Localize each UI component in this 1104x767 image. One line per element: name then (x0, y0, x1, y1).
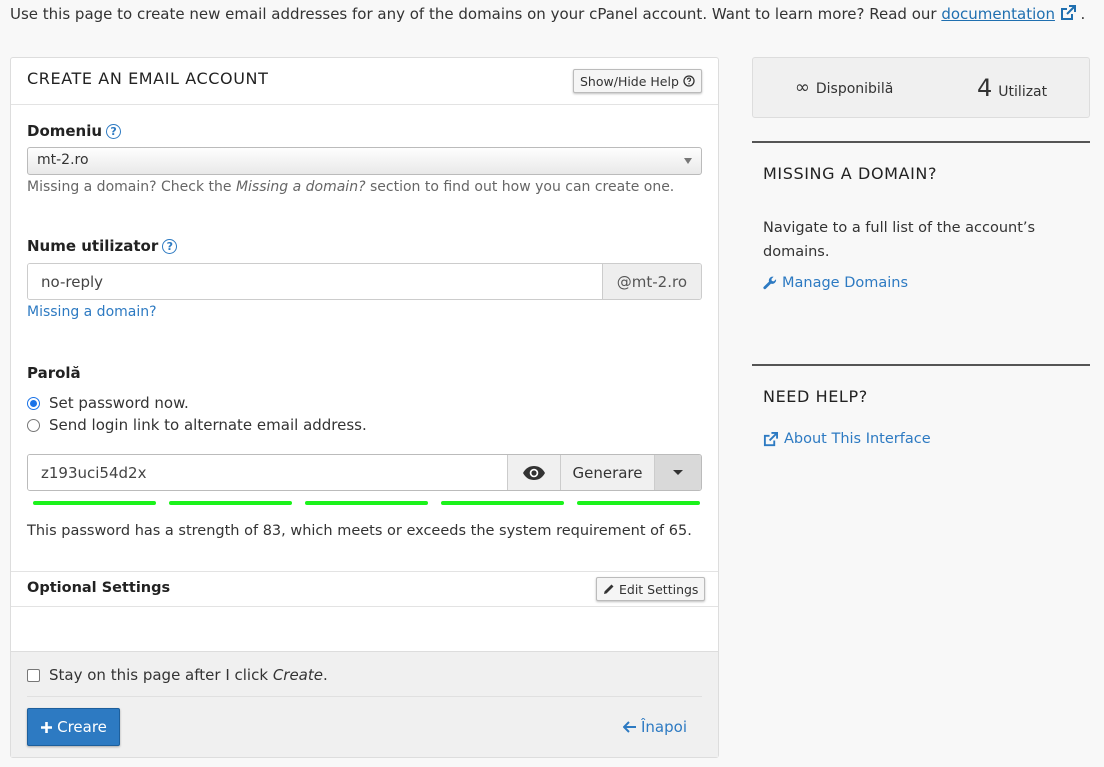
password-label: Parolă (27, 364, 81, 382)
domain-label: Domeniu (27, 122, 103, 140)
missing-domain-text: Navigate to a full list of the account’s… (763, 220, 1036, 260)
username-input[interactable] (28, 264, 602, 299)
wrench-icon (763, 276, 777, 290)
strength-segment (169, 501, 292, 505)
about-interface-label: About This Interface (784, 431, 931, 447)
documentation-link[interactable]: documentation (941, 5, 1055, 23)
external-link-icon[interactable] (1060, 5, 1076, 21)
password-input-group: Generare (27, 454, 702, 491)
stay-em: Create (272, 666, 323, 684)
used-value: 4 (977, 73, 993, 102)
stay-post: . (322, 666, 328, 684)
used-label: Utilizat (998, 83, 1048, 100)
manage-domains-link[interactable]: Manage Domains (763, 275, 908, 291)
account-stats: ∞ Disponibilă 4 Utilizat (752, 57, 1090, 118)
optional-settings-title: Optional Settings (27, 580, 171, 596)
create-label: Creare (57, 718, 107, 736)
need-help-section: NEED HELP? About This Interface (752, 364, 1090, 484)
strength-segment (441, 501, 564, 505)
password-input[interactable] (28, 455, 507, 490)
intro-description: Use this page to create new email addres… (10, 5, 937, 23)
edit-settings-button[interactable]: Edit Settings (596, 577, 706, 601)
domain-hint: Missing a domain? Check the Missing a do… (27, 179, 674, 195)
panel-header: CREATE AN EMAIL ACCOUNT Show/Hide Help (11, 58, 718, 105)
show-password-button[interactable] (507, 455, 560, 490)
about-interface-link[interactable]: About This Interface (763, 431, 931, 447)
available-stat: ∞ Disponibilă (795, 77, 893, 98)
username-help-icon[interactable]: ? (162, 239, 178, 254)
divider (11, 571, 718, 572)
set-password-radio[interactable] (27, 396, 40, 410)
password-strength-message: This password has a strength of 83, whic… (27, 523, 692, 539)
username-input-group: @mt-2.ro (27, 263, 702, 300)
create-email-panel: CREATE AN EMAIL ACCOUNT Show/Hide Help D… (10, 57, 719, 758)
generate-password-button[interactable]: Generare (560, 455, 654, 490)
domain-select[interactable]: mt-2.ro (27, 147, 702, 175)
strength-segment (305, 501, 428, 505)
intro-end: . (1080, 5, 1086, 23)
manage-domains-label: Manage Domains (782, 275, 909, 291)
strength-segment (33, 501, 156, 505)
pencil-icon (604, 584, 614, 594)
question-circle-icon (683, 75, 695, 87)
show-hide-help-label: Show/Hide Help (580, 73, 679, 89)
missing-domain-title: MISSING A DOMAIN? (763, 164, 938, 183)
missing-domain-link[interactable]: Missing a domain? (27, 304, 157, 320)
available-label: Disponibilă (815, 81, 894, 97)
missing-domain-section: MISSING A DOMAIN? Navigate to a full lis… (752, 141, 1090, 361)
username-label-row: Nume utilizator? (27, 237, 178, 255)
generate-options-button[interactable] (654, 455, 701, 490)
domain-label-row: Domeniu? (27, 122, 122, 140)
domain-selected-value: mt-2.ro (37, 152, 89, 168)
send-login-link-label: Send login link to alternate email addre… (49, 416, 367, 434)
edit-settings-label: Edit Settings (619, 581, 699, 597)
stay-on-page-checkbox[interactable] (27, 668, 40, 682)
available-value: ∞ (794, 77, 810, 98)
stay-on-page-option[interactable]: Stay on this page after I click Create. (27, 666, 328, 684)
set-password-label: Set password now. (49, 394, 189, 412)
create-button[interactable]: Creare (27, 708, 120, 746)
back-link[interactable]: Înapoi (623, 718, 687, 736)
external-link-icon (763, 431, 778, 446)
missing-domain-row: Missing a domain? (27, 304, 157, 320)
back-label: Înapoi (641, 718, 687, 736)
domain-hint-pre: Missing a domain? Check the (27, 179, 232, 195)
show-hide-help-button[interactable]: Show/Hide Help (573, 69, 702, 93)
chevron-down-icon (684, 158, 692, 164)
arrow-left-icon (623, 721, 636, 733)
domain-hint-em: Missing a domain? (235, 179, 366, 195)
divider (11, 606, 718, 607)
send-login-link-option[interactable]: Send login link to alternate email addre… (27, 416, 367, 434)
stay-on-page-label: Stay on this page after I click Create. (49, 666, 328, 684)
password-strength-meter (33, 501, 700, 505)
stay-pre: Stay on this page after I click (49, 666, 269, 684)
domain-help-icon[interactable]: ? (106, 124, 122, 139)
username-label: Nume utilizator (27, 237, 159, 255)
caret-down-icon (673, 470, 683, 475)
intro-text: Use this page to create new email addres… (10, 4, 1100, 24)
need-help-title: NEED HELP? (763, 387, 868, 406)
eye-icon (523, 465, 545, 480)
used-stat: 4 Utilizat (977, 74, 1047, 102)
send-login-link-radio[interactable] (27, 418, 40, 432)
set-password-option[interactable]: Set password now. (27, 394, 189, 412)
divider (27, 696, 702, 697)
strength-segment (577, 501, 700, 505)
plus-icon (41, 721, 53, 733)
domain-suffix: @mt-2.ro (601, 264, 701, 299)
domain-hint-post: section to find out how you can create o… (369, 179, 675, 195)
